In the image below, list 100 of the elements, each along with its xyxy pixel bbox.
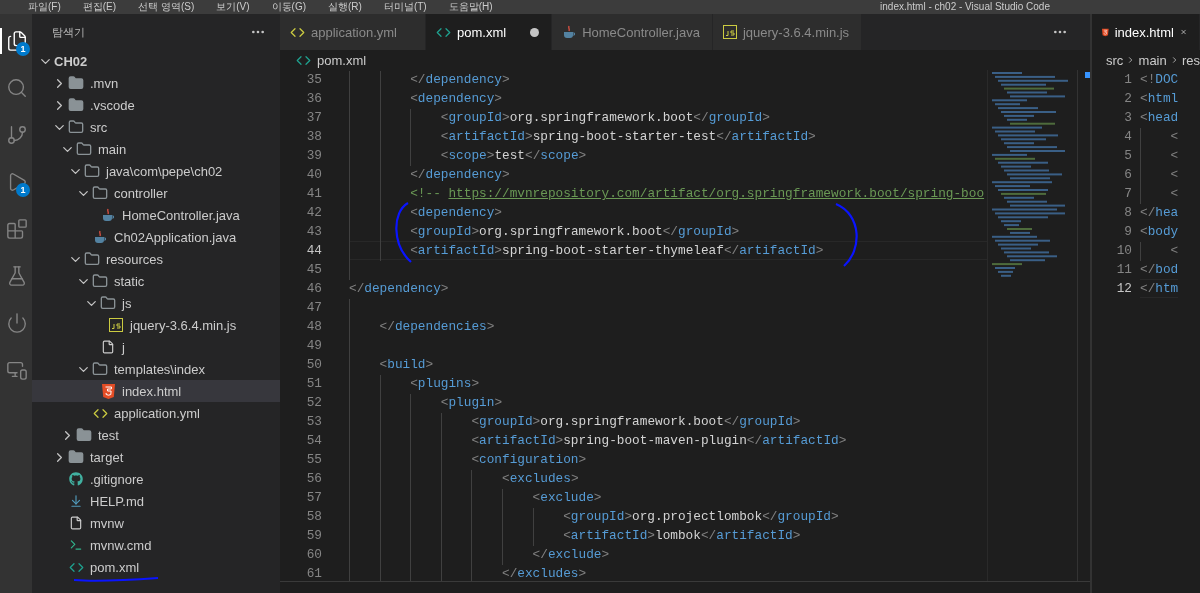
tree-item[interactable]: main	[32, 138, 280, 160]
tree-item[interactable]: controller	[32, 182, 280, 204]
breadcrumb-item[interactable]: main	[1138, 52, 1167, 68]
code-line: <groupId>org.springframework.boot</groupId>	[349, 412, 987, 431]
tree-item[interactable]: js	[32, 292, 280, 314]
code-line: </htm	[1140, 279, 1179, 298]
folder-icon	[92, 361, 108, 377]
github-icon	[69, 472, 83, 486]
line-number: 36	[305, 90, 323, 108]
editor-tab[interactable]: HomeController.java	[552, 14, 713, 50]
pen-mark	[835, 203, 858, 267]
code-line: <exclude>	[349, 488, 987, 507]
folder-icon	[76, 427, 92, 443]
tree-item[interactable]: resources	[32, 248, 280, 270]
code-line: </bod	[1140, 260, 1179, 279]
tree-item[interactable]: Ch02Application.java	[32, 226, 280, 248]
link[interactable]: https://mvnrepository.com/artifact/org.springframework.boot/spring-boo	[448, 185, 985, 202]
menu-item[interactable]: 터미널(T)	[383, 0, 427, 14]
tree-item[interactable]: java\com\pepe\ch02	[32, 160, 280, 182]
tree-item[interactable]: target	[32, 446, 280, 468]
tree-item[interactable]: index.html	[32, 380, 280, 402]
menu-item[interactable]: 편집(E)	[82, 0, 117, 14]
line-number: 53	[305, 413, 323, 431]
code-line: <!-- https://mvnrepository.com/artifact/org.springframework.boot/spring-boo	[349, 184, 987, 203]
code-line: </exclude>	[349, 545, 987, 564]
line-number: 42	[305, 204, 323, 222]
scrollbar-thumb[interactable]	[1085, 72, 1090, 78]
tree-item[interactable]: .vscode	[32, 94, 280, 116]
line-number: 12	[1115, 280, 1133, 298]
code-line: <	[1140, 184, 1179, 203]
tree-item[interactable]: mvnw	[32, 512, 280, 534]
branch-icon	[6, 124, 28, 146]
tree-item[interactable]: .gitignore	[32, 468, 280, 490]
tree-item[interactable]: jquery-3.6.4.min.js	[32, 314, 280, 336]
coffee-cup-icon	[93, 230, 107, 244]
tree-item[interactable]: static	[32, 270, 280, 292]
line-number: 45	[305, 261, 323, 279]
line-number: 54	[305, 432, 323, 450]
line-number: 2	[1123, 90, 1133, 108]
tree-item[interactable]: src	[32, 116, 280, 138]
editor-tab[interactable]: index.html	[1092, 14, 1200, 50]
folder-icon	[76, 141, 92, 157]
line-number: 38	[305, 128, 323, 146]
line-number: 9	[1123, 223, 1133, 241]
tree-item[interactable]: .mvn	[32, 72, 280, 94]
breadcrumb-item[interactable]: src	[1106, 52, 1124, 68]
line-number: 41	[305, 185, 323, 203]
tree-item[interactable]: j	[32, 336, 280, 358]
code-line: <artifactId>spring-boot-starter-test</artifactId>	[349, 127, 987, 146]
tree-item[interactable]: test	[32, 424, 280, 446]
editor-tab[interactable]: pom.xml	[426, 14, 553, 50]
folder-icon	[68, 449, 84, 465]
flask-icon	[6, 265, 28, 287]
menu-item[interactable]: 보기(V)	[216, 0, 250, 14]
code-line: <	[1140, 127, 1179, 146]
menu-item[interactable]: 파일(F)	[28, 0, 61, 14]
line-number: 51	[305, 375, 323, 393]
activity-button[interactable]: 1	[0, 169, 32, 195]
line-number: 49	[305, 337, 323, 355]
line-number: 40	[305, 166, 323, 184]
code-line: <plugin>	[349, 393, 987, 412]
line-number: 60	[305, 546, 323, 564]
tree-item[interactable]: HomeController.java	[32, 204, 280, 226]
line-number: 7	[1123, 185, 1133, 203]
line-number: 44	[305, 242, 323, 260]
line-number: 58	[305, 508, 323, 526]
code-line: <configuration>	[349, 450, 987, 469]
breadcrumb-item[interactable]: res	[1181, 52, 1200, 68]
code-line: </dependency>	[349, 165, 987, 184]
tree-item[interactable]: application.yml	[32, 402, 280, 424]
editor-tab[interactable]: application.yml	[280, 14, 426, 50]
coffee-cup-icon	[562, 25, 577, 39]
breadcrumb-item[interactable]: pom.xml	[317, 52, 367, 68]
editor-tab[interactable]: jquery-3.6.4.min.js	[712, 14, 863, 50]
code-line: <body	[1140, 222, 1179, 241]
menu-item[interactable]: 실행(R)	[328, 0, 362, 14]
count-badge: 1	[16, 42, 30, 56]
tree-item[interactable]: templates\index	[32, 358, 280, 380]
code-line: <excludes>	[349, 469, 987, 488]
line-number: 55	[305, 451, 323, 469]
power-icon	[6, 312, 28, 334]
script-file-icon	[109, 318, 123, 332]
line-number: 35	[305, 71, 323, 89]
menu-item[interactable]: 이동(G)	[271, 0, 307, 14]
menu-item[interactable]: 선택 영역(S)	[138, 0, 195, 14]
line-number: 47	[305, 299, 323, 317]
line-number: 56	[305, 470, 323, 488]
folder-icon	[92, 185, 108, 201]
tree-item[interactable]: pom.xml	[32, 556, 280, 578]
menu-item[interactable]: 도움말(H)	[448, 0, 493, 14]
tree-item[interactable]: mvnw.cmd	[32, 534, 280, 556]
code-line: </dependencies>	[349, 317, 987, 336]
tree-item[interactable]: HELP.md	[32, 490, 280, 512]
line-number: 37	[305, 109, 323, 127]
line-number: 11	[1115, 261, 1133, 279]
search-icon	[6, 77, 28, 99]
tree-item[interactable]: CH02	[32, 50, 280, 72]
code-line: <build>	[349, 355, 987, 374]
code-line: <artifactId>spring-boot-starter-thymeleaf</artifactId>	[349, 241, 987, 260]
line-number: 61	[305, 565, 323, 583]
